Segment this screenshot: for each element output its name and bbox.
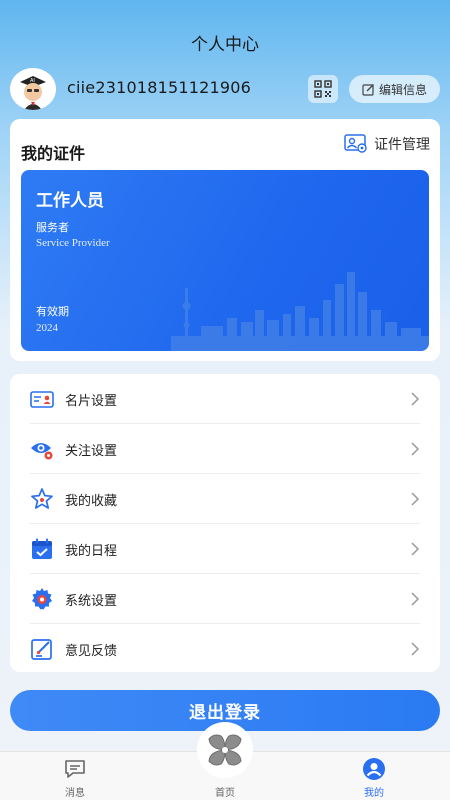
menu-item-schedule[interactable]: 我的日程 (10, 524, 440, 574)
chevron-right-icon (411, 442, 420, 456)
chevron-right-icon (411, 642, 420, 656)
tab-label: 首页 (215, 788, 235, 799)
settings-menu: 名片设置 关注设置 我的收藏 我的日程 系统设置 意见反馈 (10, 374, 440, 672)
business-card-icon (30, 391, 54, 408)
staff-id-card[interactable]: 工作人员 服务者 Service Provider 有效期 2024 (21, 170, 429, 351)
id-card-icon (344, 134, 367, 153)
chevron-right-icon (411, 542, 420, 556)
edit-info-button[interactable]: 编辑信息 (349, 75, 440, 103)
qr-code-button[interactable] (308, 75, 338, 103)
id-card-validity-label: 有效期 (36, 305, 69, 318)
id-card-category-cn: 服务者 (36, 221, 69, 234)
menu-label: 关注设置 (65, 444, 118, 459)
menu-label: 名片设置 (65, 394, 118, 409)
chevron-right-icon (411, 592, 420, 606)
feedback-icon (31, 639, 52, 660)
id-card-role: 工作人员 (36, 191, 104, 211)
page-title: 个人中心 (191, 35, 259, 55)
menu-item-favorites[interactable]: 我的收藏 (10, 474, 440, 524)
id-card-category-en: Service Provider (36, 237, 110, 249)
chevron-right-icon (411, 492, 420, 506)
tab-messages[interactable]: 消息 (30, 752, 120, 800)
id-card-validity-value: 2024 (36, 322, 58, 334)
menu-label: 意见反馈 (65, 644, 118, 659)
menu-item-follow-settings[interactable]: 关注设置 (10, 424, 440, 474)
avatar[interactable]: AI (10, 68, 56, 110)
username: ciie231018151121906 (67, 78, 252, 97)
star-icon (31, 488, 53, 509)
menu-label: 系统设置 (65, 594, 118, 609)
qr-code-icon (314, 80, 332, 98)
menu-item-business-card[interactable]: 名片设置 (10, 374, 440, 424)
avatar-text: AI (30, 78, 35, 84)
tab-mine[interactable]: 我的 (329, 752, 419, 800)
certificates-title: 我的证件 (21, 144, 86, 163)
certificate-manage-button[interactable]: 证件管理 (344, 134, 430, 154)
edit-info-label: 编辑信息 (378, 82, 427, 97)
menu-item-system-settings[interactable]: 系统设置 (10, 574, 440, 624)
menu-label: 我的日程 (65, 544, 118, 559)
edit-icon (362, 83, 374, 96)
profile-row: AI ciie231018151121906 编辑信息 (10, 68, 440, 110)
home-fab-button[interactable] (197, 722, 253, 778)
menu-item-feedback[interactable]: 意见反馈 (10, 624, 440, 674)
calendar-icon (32, 538, 52, 559)
home-clover-icon (208, 734, 242, 766)
eye-settings-icon (31, 443, 53, 460)
chevron-right-icon (411, 392, 420, 406)
user-icon (363, 758, 385, 780)
certificates-card: 我的证件 证件管理 工作人员 服务者 Service Provider 有效期 … (10, 119, 440, 361)
city-skyline-illustration (171, 272, 429, 351)
gear-icon (32, 588, 52, 610)
message-icon (65, 760, 85, 778)
certificate-manage-label: 证件管理 (374, 137, 430, 153)
tab-label: 消息 (65, 788, 85, 799)
menu-label: 我的收藏 (65, 494, 118, 509)
tab-label: 我的 (364, 788, 384, 799)
